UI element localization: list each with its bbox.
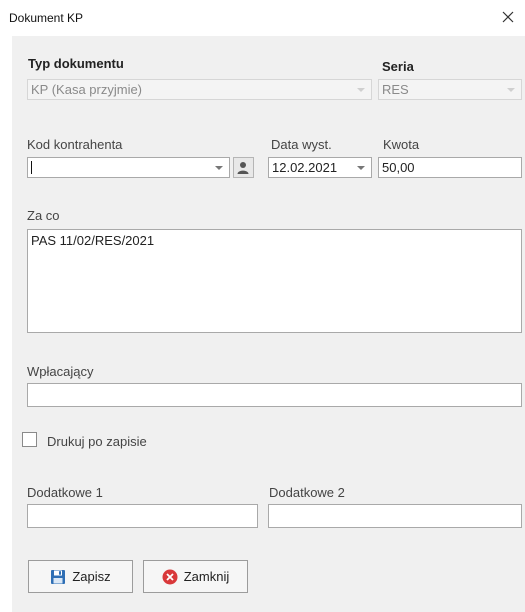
drukuj-label: Drukuj po zapisie bbox=[47, 434, 147, 449]
chevron-down-icon bbox=[354, 80, 368, 99]
typ-dokumentu-value: KP (Kasa przyjmie) bbox=[31, 82, 143, 97]
data-wyst-field[interactable]: 12.02.2021 bbox=[268, 157, 372, 178]
wplacajacy-field[interactable] bbox=[27, 383, 522, 407]
chevron-down-icon[interactable] bbox=[212, 158, 226, 177]
close-button-label: Zamknij bbox=[183, 569, 230, 584]
za-co-textarea[interactable]: PAS 11/02/RES/2021 bbox=[27, 229, 522, 333]
close-circle-icon bbox=[162, 569, 178, 584]
select-contractor-button[interactable] bbox=[233, 157, 254, 178]
wplacajacy-label: Wpłacający bbox=[27, 364, 94, 379]
seria-select: RES bbox=[378, 79, 522, 100]
window-title: Dokument KP bbox=[9, 11, 84, 25]
kod-kontrahenta-combo[interactable] bbox=[27, 157, 230, 178]
data-wyst-value: 12.02.2021 bbox=[272, 160, 338, 175]
chevron-down-icon bbox=[504, 80, 518, 99]
kwota-label: Kwota bbox=[383, 137, 420, 152]
save-button[interactable]: Zapisz bbox=[28, 560, 133, 593]
save-button-label: Zapisz bbox=[72, 569, 111, 584]
dodatkowe2-field[interactable] bbox=[268, 504, 522, 528]
drukuj-checkbox[interactable] bbox=[22, 432, 37, 447]
typ-dokumentu-select: KP (Kasa przyjmie) bbox=[27, 79, 372, 100]
za-co-label: Za co bbox=[27, 208, 60, 223]
close-button[interactable]: Zamknij bbox=[143, 560, 248, 593]
seria-value: RES bbox=[382, 82, 409, 97]
chevron-down-icon[interactable] bbox=[354, 158, 368, 177]
window-titlebar: Dokument KP bbox=[0, 0, 525, 36]
typ-dokumentu-label: Typ dokumentu bbox=[28, 56, 124, 71]
data-wyst-label: Data wyst. bbox=[271, 137, 332, 152]
form-panel: Typ dokumentu Seria KP (Kasa przyjmie) R… bbox=[12, 36, 525, 612]
text-caret bbox=[31, 161, 32, 174]
dodatkowe1-label: Dodatkowe 1 bbox=[27, 485, 103, 500]
floppy-disk-icon bbox=[51, 569, 66, 584]
kwota-value: 50,00 bbox=[382, 160, 415, 175]
kwota-field[interactable]: 50,00 bbox=[378, 157, 522, 178]
seria-label: Seria bbox=[382, 59, 414, 74]
kod-kontrahenta-label: Kod kontrahenta bbox=[27, 137, 123, 152]
dodatkowe1-field[interactable] bbox=[27, 504, 258, 528]
dodatkowe2-label: Dodatkowe 2 bbox=[269, 485, 345, 500]
person-icon bbox=[237, 162, 249, 174]
close-icon[interactable] bbox=[497, 6, 519, 28]
